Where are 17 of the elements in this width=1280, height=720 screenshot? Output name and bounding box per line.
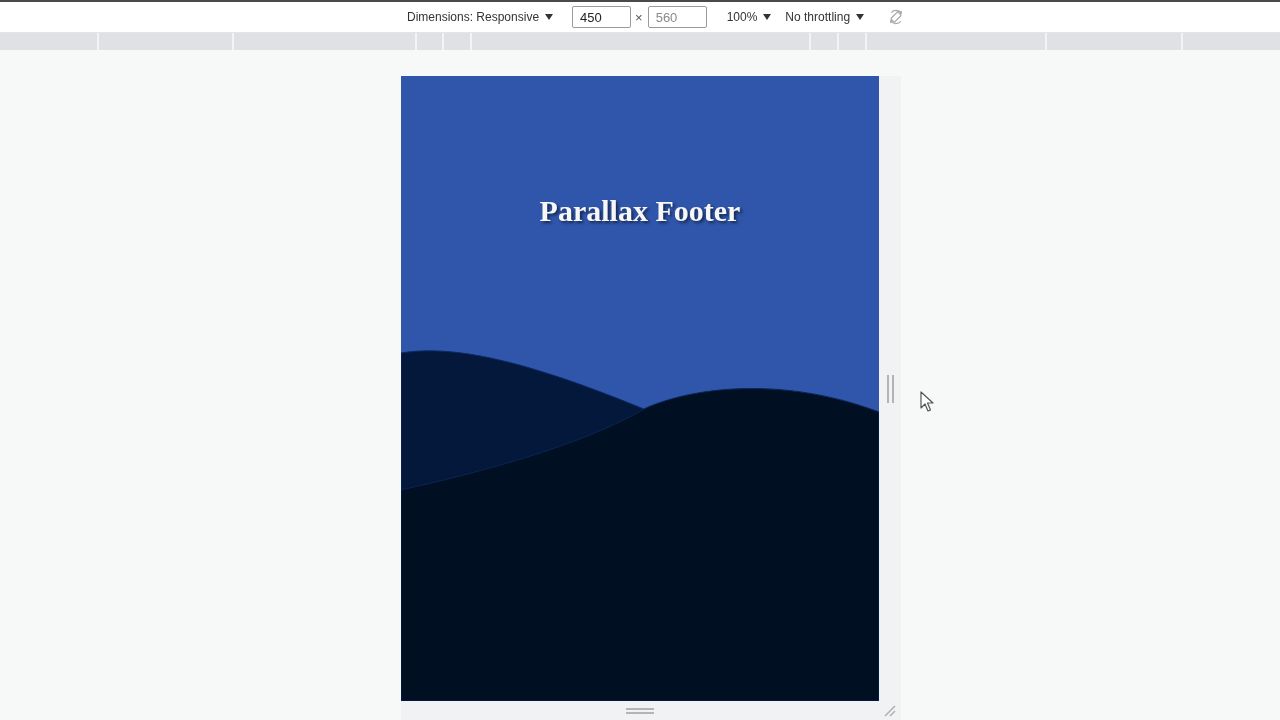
resize-strip[interactable] <box>401 701 879 720</box>
caret-icon <box>856 14 865 20</box>
rotate-icon[interactable] <box>888 9 905 25</box>
resize-strip[interactable] <box>879 76 901 701</box>
dimensions-dropdown[interactable]: Dimensions: Responsive <box>407 10 554 24</box>
zoom-dropdown[interactable]: 100% <box>726 10 772 24</box>
caret-icon <box>545 14 554 20</box>
dimension-separator: × <box>635 9 643 25</box>
page-heading: Parallax Footer <box>539 194 741 228</box>
mouse-cursor-icon <box>920 391 934 413</box>
width-input[interactable]: 450 <box>572 6 632 28</box>
corner-resize-icon[interactable] <box>884 704 896 717</box>
vertical-grip-icon[interactable] <box>886 374 894 403</box>
throttling-dropdown[interactable]: No throttling <box>785 10 865 24</box>
horizontal-grip-icon[interactable] <box>626 707 654 714</box>
height-input[interactable]: 560 <box>647 6 707 28</box>
caret-icon <box>763 14 772 20</box>
